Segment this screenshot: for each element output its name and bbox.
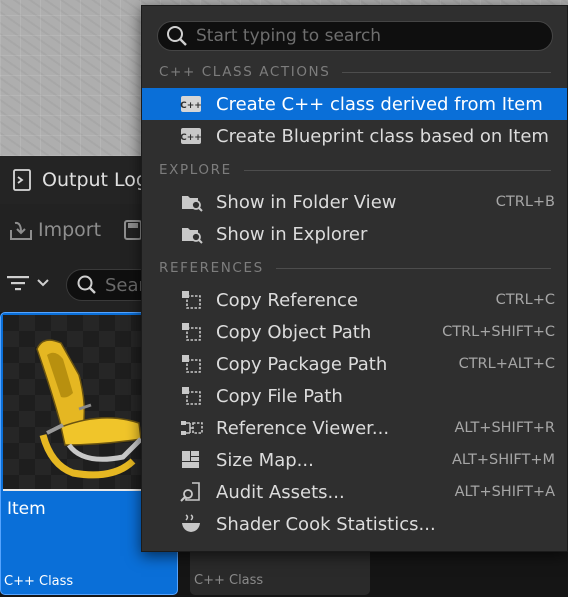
cpp-class-icon: C++ xyxy=(180,128,202,144)
output-log-icon xyxy=(13,169,31,191)
menu-item-label: Copy Object Path xyxy=(216,321,372,343)
menu-item-create-blueprint-class[interactable]: C++ Create Blueprint class based on Item xyxy=(142,120,567,152)
context-menu: C++ CLASS ACTIONS C++ Create C++ class d… xyxy=(141,5,568,552)
save-all-icon[interactable] xyxy=(124,220,142,240)
tab-output-log[interactable]: Output Log xyxy=(0,156,160,204)
menu-item-show-in-folder-view[interactable]: Show in Folder View CTRL+B xyxy=(142,186,567,218)
copy-icon xyxy=(182,323,201,341)
menu-item-shortcut: CTRL+B xyxy=(495,194,555,210)
menu-item-copy-reference[interactable]: Copy Reference CTRL+C xyxy=(142,284,567,316)
menu-item-label: Reference Viewer... xyxy=(216,417,390,439)
menu-item-copy-file-path[interactable]: Copy File Path xyxy=(142,380,567,412)
section-header-cpp-class-actions: C++ CLASS ACTIONS xyxy=(159,63,551,81)
output-log-label: Output Log xyxy=(42,169,148,191)
menu-item-label: Create Blueprint class based on Item xyxy=(216,125,549,147)
menu-item-shortcut: CTRL+C xyxy=(495,292,555,308)
svg-text:C++: C++ xyxy=(180,133,202,143)
menu-item-show-in-explorer[interactable]: Show in Explorer xyxy=(142,218,567,250)
size-map-icon xyxy=(182,451,199,468)
menu-item-copy-package-path[interactable]: Copy Package Path CTRL+ALT+C xyxy=(142,348,567,380)
import-label: Import xyxy=(38,219,102,241)
import-icon xyxy=(10,221,32,240)
menu-item-shortcut: ALT+SHIFT+M xyxy=(452,452,555,468)
menu-item-label: Show in Explorer xyxy=(216,223,368,245)
menu-item-label: Copy File Path xyxy=(216,385,343,407)
menu-item-size-map[interactable]: Size Map... ALT+SHIFT+M xyxy=(142,444,567,476)
svg-text:C++: C++ xyxy=(180,101,202,111)
search-icon xyxy=(77,275,96,294)
search-icon xyxy=(167,26,187,46)
asset-name: Item xyxy=(7,499,46,519)
menu-item-shortcut: CTRL+ALT+C xyxy=(458,356,555,372)
chevron-down-icon xyxy=(37,279,49,287)
menu-item-shader-cook-statistics[interactable]: Shader Cook Statistics... xyxy=(142,508,567,540)
section-header-label: REFERENCES xyxy=(159,260,264,276)
section-header-label: C++ CLASS ACTIONS xyxy=(159,64,331,80)
cpp-class-icon: C++ xyxy=(180,96,202,112)
menu-item-audit-assets[interactable]: Audit Assets... ALT+SHIFT+A xyxy=(142,476,567,508)
audit-icon xyxy=(180,482,200,502)
menu-item-label: Copy Reference xyxy=(216,289,359,311)
import-button[interactable]: Import xyxy=(8,218,101,242)
menu-search-box[interactable] xyxy=(157,21,553,51)
reference-viewer-icon xyxy=(181,421,203,435)
copy-icon xyxy=(182,387,201,405)
folder-search-icon xyxy=(182,228,203,244)
asset-type: C++ Class xyxy=(194,573,264,588)
filter-icon xyxy=(7,276,29,291)
copy-icon xyxy=(182,291,201,309)
menu-item-shortcut: ALT+SHIFT+R xyxy=(454,420,555,436)
section-divider xyxy=(275,267,551,269)
shader-stats-icon xyxy=(182,514,200,532)
filter-button[interactable] xyxy=(6,272,50,294)
copy-icon xyxy=(182,355,201,373)
menu-item-shortcut: ALT+SHIFT+A xyxy=(454,484,555,500)
section-divider xyxy=(342,71,551,73)
menu-item-label: Copy Package Path xyxy=(216,353,388,375)
section-header-explore: EXPLORE xyxy=(159,161,551,179)
menu-item-label: Size Map... xyxy=(216,449,314,471)
menu-search-input[interactable] xyxy=(196,26,526,46)
menu-item-label: Shader Cook Statistics... xyxy=(216,513,436,535)
menu-item-shortcut: CTRL+SHIFT+C xyxy=(442,324,555,340)
asset-type: C++ Class xyxy=(4,574,74,589)
section-header-references: REFERENCES xyxy=(159,259,551,277)
menu-item-reference-viewer[interactable]: Reference Viewer... ALT+SHIFT+R xyxy=(142,412,567,444)
menu-item-create-cpp-class[interactable]: C++ Create C++ class derived from Item xyxy=(142,88,567,120)
menu-item-copy-object-path[interactable]: Copy Object Path CTRL+SHIFT+C xyxy=(142,316,567,348)
section-header-label: EXPLORE xyxy=(159,162,232,178)
menu-item-label: Audit Assets... xyxy=(216,481,345,503)
menu-item-label: Create C++ class derived from Item xyxy=(216,93,543,115)
section-divider xyxy=(243,169,551,171)
menu-item-label: Show in Folder View xyxy=(216,191,397,213)
folder-search-icon xyxy=(182,196,203,212)
